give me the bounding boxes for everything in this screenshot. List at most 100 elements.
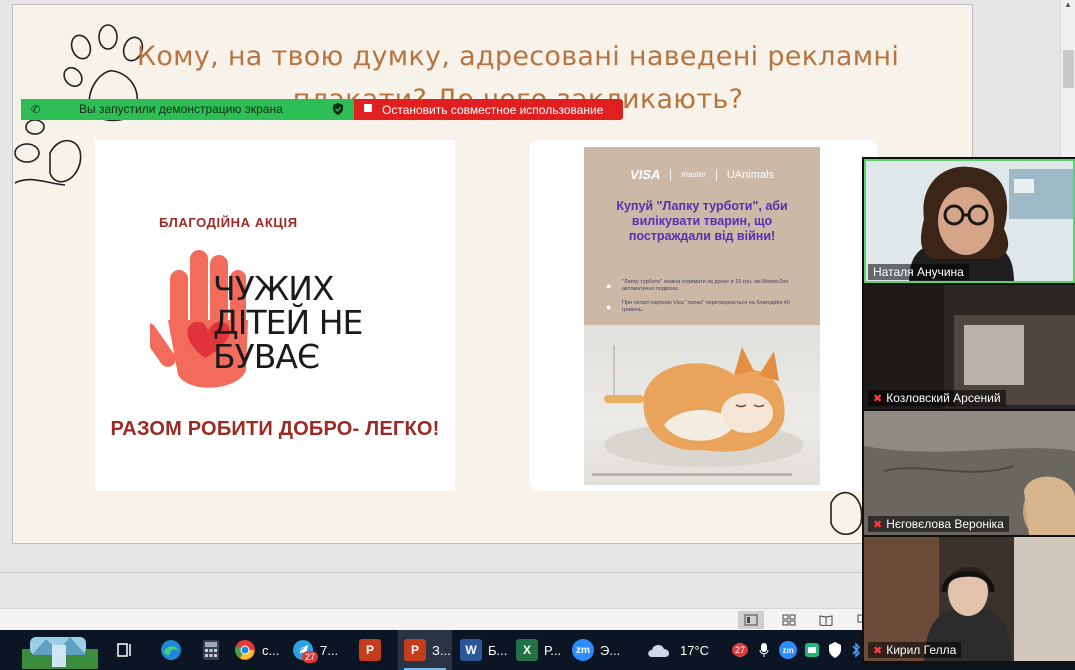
grid-view-icon — [782, 614, 796, 626]
cloud-icon — [648, 644, 670, 657]
tray-box-icon — [805, 643, 819, 657]
taskbar-word[interactable]: W Б... — [460, 630, 507, 670]
video-tile[interactable]: ✖ Нєговєлова Вероніка — [864, 411, 1075, 535]
mic-muted-icon: ✖ — [873, 518, 883, 531]
telegram-unread-badge: 27 — [302, 651, 319, 663]
poster-charity-line-3: БУВАЄ — [213, 337, 320, 376]
poster-charity-top-text: БЛАГОДІЙНА АКЦІЯ — [159, 215, 298, 230]
tray-bluetooth[interactable] — [850, 630, 862, 670]
tray-app-1[interactable]: 27 — [730, 630, 750, 670]
poster-charity: БЛАГОДІЙНА АКЦІЯ ЧУЖИХ ДІТЕЙ НЕ БУВАЄ РА… — [95, 140, 455, 491]
uanimals-logo: UAnimals — [726, 168, 774, 181]
participant-name: Козловский Арсений — [886, 391, 1001, 405]
paw-icon: ● — [606, 281, 612, 291]
participant-name-tag: ✖ Козловский Арсений — [868, 390, 1006, 406]
poster-uanimals-headline: Купуй "Лапку турботи", аби вилікувати тв… — [616, 199, 788, 243]
zoom-icon: zm — [572, 639, 594, 661]
fine-print — [592, 473, 792, 476]
taskbar-word-label: Б... — [488, 642, 508, 658]
master-logo: master — [681, 170, 706, 179]
excel-icon: X — [516, 639, 538, 661]
participant-name-tag: Наталя Анучина — [868, 264, 969, 280]
participant-name: Нєговєлова Вероніка — [886, 517, 1004, 531]
start-button[interactable] — [22, 630, 100, 670]
powerpoint-icon: P — [359, 639, 381, 661]
zoom-video-panel: Наталя Анучина ✖ Козловский Арсений ✖ Нє… — [862, 157, 1075, 665]
screen: Кому, на твою думку, адресовані наведені… — [0, 0, 1075, 670]
taskbar-powerpoint-active[interactable]: P З... — [398, 630, 452, 670]
taskbar-excel-label: Р... — [544, 642, 562, 658]
poster-uanimals-text-2: При оплаті карткою Visa "лапка" перетвор… — [622, 300, 790, 313]
poster-charity-headline: ЧУЖИХ ДІТЕЙ НЕ БУВАЄ — [213, 272, 443, 374]
screen-share-banner: ✆ Вы запустили демонстрацию экрана Остан… — [21, 99, 623, 120]
tray-zoom[interactable]: zm — [778, 630, 798, 670]
stop-sharing-label: Остановить совместное использование — [382, 102, 604, 117]
share-status-label: Вы запустили демонстрацию экрана — [79, 102, 283, 116]
start-landscape-icon — [22, 637, 98, 669]
participant-name: Наталя Анучина — [873, 265, 964, 279]
poster-uanimals-text-1: "Лапку турботи" можна отримати за донат … — [622, 279, 789, 292]
zoom-tray-icon: zm — [779, 641, 797, 659]
reading-view-button[interactable] — [813, 611, 839, 629]
weather-temperature: 17°C — [680, 642, 710, 658]
chrome-icon — [235, 640, 255, 660]
video-tile[interactable]: ✖ Козловский Арсений — [864, 285, 1075, 409]
tray-app-2[interactable] — [802, 630, 822, 670]
cat-illustration — [604, 345, 804, 467]
share-status[interactable]: ✆ Вы запустили демонстрацию экрана — [21, 99, 354, 120]
poster-uanimals: VISA master UAnimals Купуй "Лапку турбот… — [584, 147, 820, 485]
paw-icon: ● — [606, 302, 612, 312]
taskbar-chrome-label: c... — [262, 642, 280, 658]
edge-icon — [161, 640, 181, 660]
microphone-icon — [759, 643, 769, 657]
poster-charity-line-1: ЧУЖИХ — [213, 269, 335, 308]
taskbar-powerpoint-label: З... — [432, 642, 451, 658]
taskbar-telegram[interactable]: 7... 27 — [292, 630, 338, 670]
taskbar-excel[interactable]: X Р... — [516, 630, 561, 670]
taskbar-zoom-label: Э... — [600, 642, 621, 658]
visa-logo: VISA — [630, 167, 661, 182]
taskbar-chrome[interactable]: c... — [234, 630, 279, 670]
book-icon — [819, 615, 833, 626]
taskbar-zoom[interactable]: zm Э... — [572, 630, 620, 670]
poster-charity-line-2: ДІТЕЙ НЕ — [213, 303, 363, 342]
normal-view-button[interactable] — [738, 611, 764, 629]
powerpoint-icon: P — [404, 639, 426, 661]
scrollbar-thumb[interactable] — [1063, 50, 1074, 88]
bluetooth-icon — [852, 642, 860, 658]
taskbar-telegram-label: 7... — [320, 642, 339, 658]
poster-brands: VISA master UAnimals — [584, 167, 820, 182]
poster-charity-slogan: РАЗОМ РОБИТИ ДОБРО- ЛЕГКО! — [110, 418, 440, 440]
paw-doodle-left — [14, 119, 82, 186]
mic-muted-icon: ✖ — [873, 644, 883, 657]
shield-icon — [333, 103, 343, 115]
scroll-up-icon[interactable]: ▲ — [1064, 0, 1072, 9]
taskbar-powerpoint[interactable]: P — [356, 630, 384, 670]
stop-sharing-button[interactable]: Остановить совместное использование — [354, 99, 623, 120]
tray-security[interactable] — [826, 630, 844, 670]
weather-widget[interactable]: 17°C — [646, 630, 709, 670]
phone-icon: ✆ — [31, 104, 41, 116]
calculator-button[interactable] — [198, 630, 224, 670]
tray-badge: 27 — [732, 644, 749, 656]
calculator-icon — [203, 640, 219, 660]
stop-icon — [364, 103, 372, 112]
brand-separator — [715, 168, 717, 181]
word-icon: W — [460, 639, 482, 661]
edge-button[interactable] — [156, 630, 186, 670]
cat-photo — [584, 325, 820, 485]
shield-tray-icon — [829, 642, 841, 658]
normal-view-icon — [744, 614, 758, 626]
task-view-icon — [117, 643, 131, 657]
video-tile[interactable]: ✖ Кирил Гелла — [864, 537, 1075, 661]
participant-name: Кирил Гелла — [886, 643, 957, 657]
participant-name-tag: ✖ Нєговєлова Вероніка — [868, 516, 1009, 532]
slide[interactable]: Кому, на твою думку, адресовані наведені… — [12, 4, 973, 544]
mic-muted-icon: ✖ — [873, 392, 883, 405]
brand-separator — [670, 168, 672, 181]
participant-name-tag: ✖ Кирил Гелла — [868, 642, 962, 658]
video-tile-speaker[interactable]: Наталя Анучина — [864, 159, 1075, 283]
tray-microphone[interactable] — [756, 630, 772, 670]
task-view-button[interactable] — [112, 630, 138, 670]
slide-sorter-button[interactable] — [776, 611, 802, 629]
